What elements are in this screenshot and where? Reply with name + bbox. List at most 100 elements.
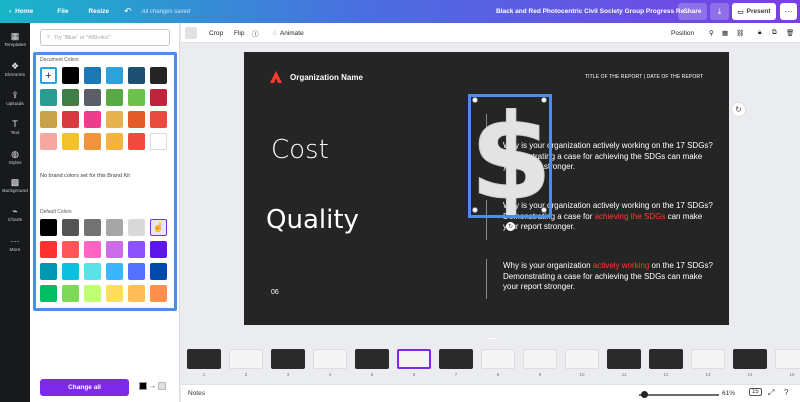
info-icon[interactable]: ⓘ: [252, 23, 259, 43]
document-color-swatch[interactable]: [150, 111, 167, 128]
color-search-input[interactable]: ⌕ Try "Blue" or "#00c4cc": [40, 29, 170, 46]
default-color-swatch[interactable]: [150, 285, 167, 302]
document-title[interactable]: Black and Red Photocentric Civil Society…: [496, 0, 690, 23]
page-thumbnail[interactable]: [649, 349, 683, 369]
transparency-icon[interactable]: ▦: [722, 23, 728, 43]
default-color-swatch[interactable]: [84, 263, 101, 280]
default-color-swatch[interactable]: [84, 219, 101, 236]
crop-button[interactable]: Crop: [209, 23, 223, 43]
default-color-swatch[interactable]: [150, 241, 167, 258]
default-color-swatch[interactable]: [106, 285, 123, 302]
zoom-slider-knob[interactable]: [641, 391, 648, 398]
delete-icon[interactable]: 🗑︎: [786, 23, 794, 43]
undo-icon[interactable]: ↶: [124, 0, 132, 23]
refresh-icon[interactable]: ↻: [731, 102, 746, 117]
document-color-swatch[interactable]: [84, 111, 101, 128]
default-color-swatch[interactable]: [62, 263, 79, 280]
document-color-swatch[interactable]: [62, 89, 79, 106]
rail-uploads[interactable]: ⇪ Uploads: [0, 91, 30, 108]
lock-icon[interactable]: 🔒︎: [758, 23, 761, 43]
resize-button[interactable]: Resize: [88, 0, 109, 23]
fullscreen-icon[interactable]: ⤢: [768, 388, 774, 398]
resize-handle-bottom-left[interactable]: [472, 207, 478, 213]
change-all-button[interactable]: Change all: [40, 379, 129, 396]
cost-heading[interactable]: Cost: [271, 135, 329, 165]
rotate-handle-icon[interactable]: ↻: [506, 222, 515, 231]
file-menu[interactable]: File: [57, 0, 68, 23]
document-color-swatch[interactable]: [84, 89, 101, 106]
page-thumbnail[interactable]: [733, 349, 767, 369]
default-color-swatch[interactable]: [84, 285, 101, 302]
page-thumbnail[interactable]: [355, 349, 389, 369]
default-color-swatch[interactable]: [128, 285, 145, 302]
default-color-swatch[interactable]: [40, 285, 57, 302]
document-color-swatch[interactable]: [128, 89, 145, 106]
default-color-swatch[interactable]: [128, 263, 145, 280]
default-color-swatch[interactable]: [106, 263, 123, 280]
document-color-swatch[interactable]: [84, 67, 101, 84]
page-thumbnail[interactable]: [691, 349, 725, 369]
page-thumbnail[interactable]: [439, 349, 473, 369]
document-color-swatch[interactable]: [40, 133, 57, 150]
rail-elements[interactable]: ❖ Elements: [0, 62, 30, 79]
resize-handle-top-right[interactable]: [541, 97, 547, 103]
color-picker-button[interactable]: [185, 23, 197, 43]
document-color-swatch[interactable]: [150, 89, 167, 106]
page-thumbnail[interactable]: [481, 349, 515, 369]
default-color-swatch[interactable]: [40, 241, 57, 258]
rail-templates[interactable]: ▦ Templates: [0, 32, 30, 49]
document-color-swatch[interactable]: [128, 111, 145, 128]
default-color-swatch[interactable]: [62, 241, 79, 258]
rail-styles[interactable]: ◍ Styles: [0, 150, 30, 167]
present-button[interactable]: ▭ Present: [732, 3, 776, 20]
download-icon[interactable]: ⤓: [710, 3, 729, 20]
rail-text[interactable]: T Text: [0, 120, 30, 137]
page-thumbnail[interactable]: [271, 349, 305, 369]
share-button[interactable]: Share: [678, 3, 707, 20]
document-color-swatch[interactable]: [62, 133, 79, 150]
page-count[interactable]: 15: [749, 388, 762, 396]
page-thumbnail[interactable]: [565, 349, 599, 369]
document-color-swatch[interactable]: [106, 111, 123, 128]
document-color-swatch[interactable]: [128, 67, 145, 84]
page-thumbnail[interactable]: [397, 349, 431, 369]
default-color-swatch[interactable]: [128, 219, 145, 236]
resize-handle-bottom-right[interactable]: [541, 207, 547, 213]
document-color-swatch[interactable]: [128, 133, 145, 150]
document-color-swatch[interactable]: [150, 67, 167, 84]
default-color-swatch[interactable]: [106, 219, 123, 236]
help-icon[interactable]: ?: [784, 388, 788, 397]
document-color-swatch[interactable]: [106, 89, 123, 106]
rail-more[interactable]: ⋯ More: [0, 237, 30, 254]
paint-format-icon[interactable]: ⚲: [709, 23, 714, 43]
home-button[interactable]: ‹ Home: [9, 0, 33, 23]
default-color-swatch[interactable]: [84, 241, 101, 258]
default-color-swatch[interactable]: [40, 219, 57, 236]
default-color-swatch[interactable]: ☝: [150, 219, 167, 236]
position-button[interactable]: Position: [671, 23, 694, 43]
add-color-icon[interactable]: +: [40, 67, 57, 84]
duplicate-icon[interactable]: ⧉: [772, 23, 777, 43]
page-thumbnail[interactable]: [607, 349, 641, 369]
document-color-swatch[interactable]: [150, 133, 167, 150]
rail-background[interactable]: ▩ Background: [0, 178, 30, 195]
page-thumbnail[interactable]: [313, 349, 347, 369]
flip-button[interactable]: Flip: [234, 23, 244, 43]
notes-button[interactable]: Notes: [188, 390, 205, 397]
link-icon[interactable]: ⛓: [736, 23, 744, 43]
page-thumbnail[interactable]: [187, 349, 221, 369]
document-color-swatch[interactable]: [106, 133, 123, 150]
animate-button[interactable]: ◌ Animate: [273, 23, 304, 43]
default-color-swatch[interactable]: [106, 241, 123, 258]
page-thumbnail[interactable]: [229, 349, 263, 369]
document-color-swatch[interactable]: [84, 133, 101, 150]
document-color-swatch[interactable]: [40, 111, 57, 128]
document-color-swatch[interactable]: [106, 67, 123, 84]
document-color-swatch[interactable]: [62, 111, 79, 128]
page-thumbnail[interactable]: [775, 349, 800, 369]
zoom-level[interactable]: 61%: [722, 390, 735, 397]
zoom-slider-track[interactable]: [639, 394, 719, 396]
default-color-swatch[interactable]: [62, 285, 79, 302]
rail-charts[interactable]: ⌁ Charts: [0, 207, 30, 224]
paragraph-3[interactable]: Why is your organization actively workin…: [503, 261, 713, 293]
